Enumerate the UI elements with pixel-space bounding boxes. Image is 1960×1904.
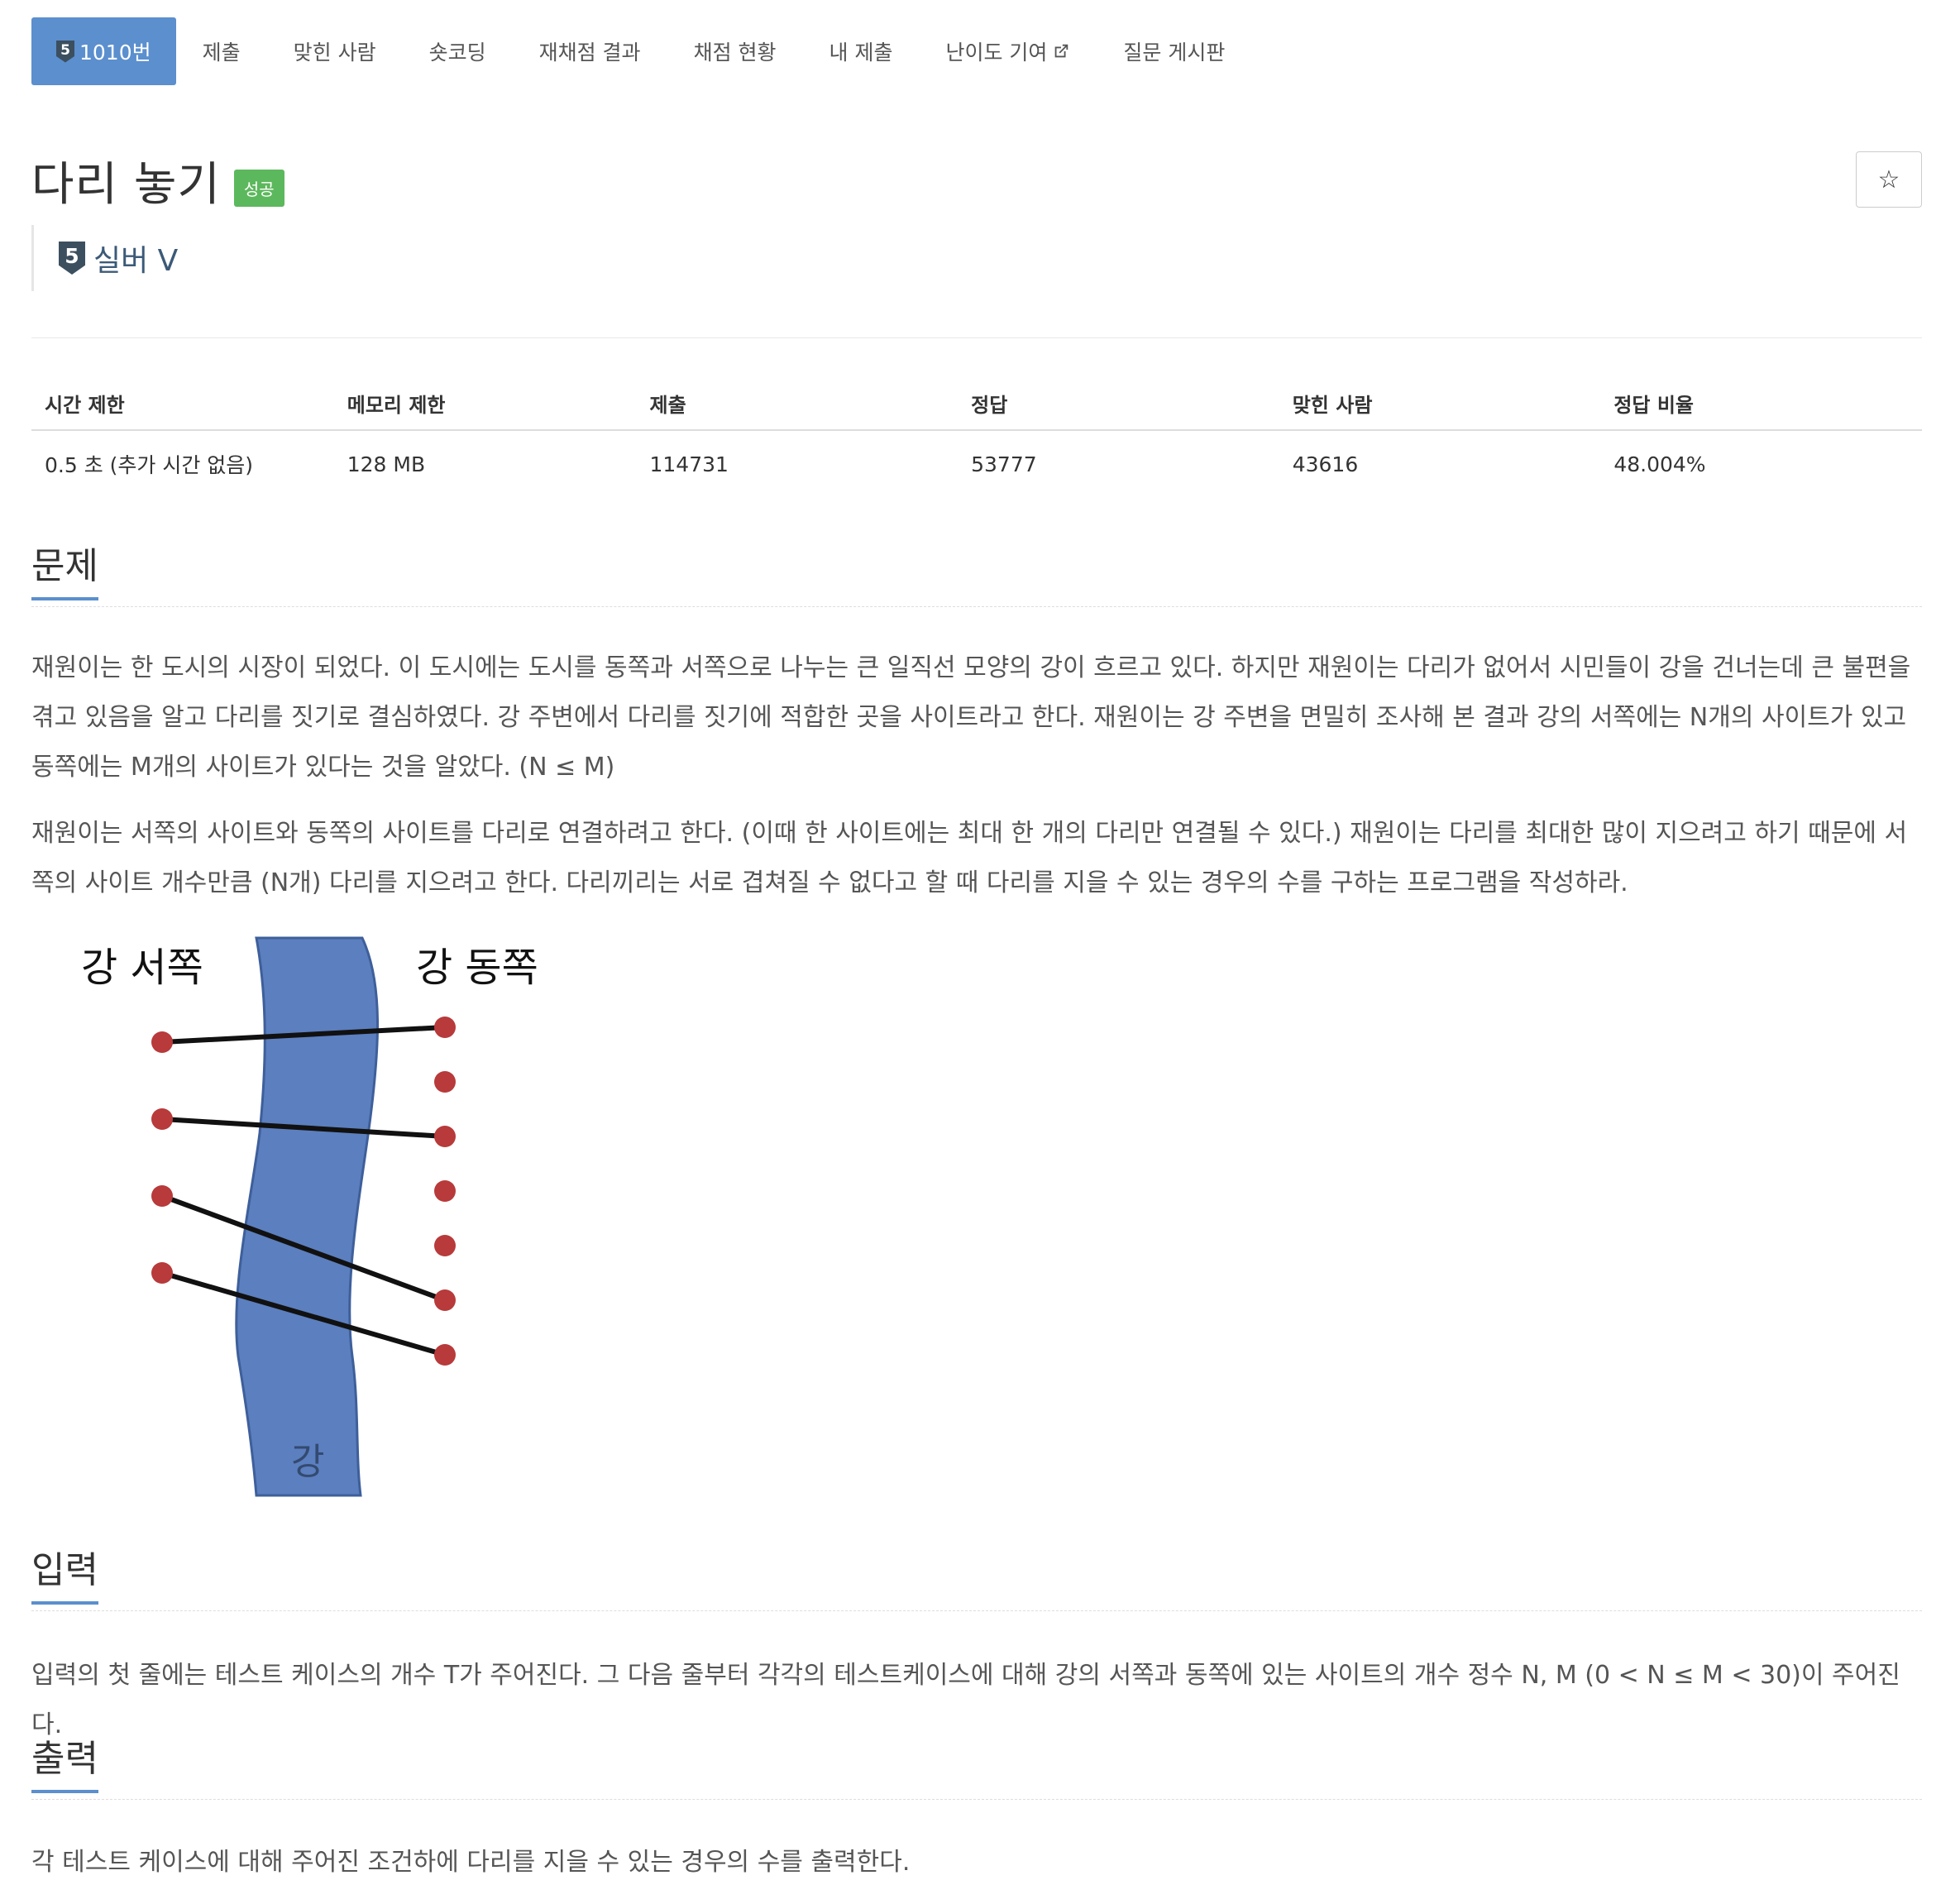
- east-site: [434, 1017, 456, 1038]
- header-time-limit: 시간 제한: [31, 380, 334, 431]
- tab-judge-status[interactable]: 채점 현황: [667, 17, 803, 85]
- problem-description-paragraph: 재원이는 한 도시의 시장이 되었다. 이 도시에는 도시를 동쪽과 서쪽으로 …: [31, 653, 1911, 782]
- east-site: [434, 1126, 456, 1147]
- divider: [31, 337, 1922, 338]
- favorite-star-button[interactable]: ☆: [1856, 151, 1922, 208]
- problem-title-row: 다리 놓기 성공: [31, 147, 284, 214]
- accept-ratio-value: 48.004%: [1613, 452, 1706, 476]
- star-icon: ☆: [1877, 165, 1900, 194]
- tab-question-board[interactable]: 질문 게시판: [1097, 17, 1251, 85]
- problem-section-header: 문제: [31, 536, 1922, 607]
- east-site: [434, 1235, 456, 1256]
- problem-nav-tabs: 5 1010번 제출 맞힌 사람 숏코딩 재채점 결과 채점 현황 내 제출 난…: [31, 17, 1251, 85]
- bridge-diagram: 강 서쪽 강 동쪽 강: [81, 936, 538, 1497]
- river-label: 강: [291, 1441, 324, 1483]
- east-site: [434, 1071, 456, 1093]
- divider: [31, 606, 1922, 607]
- tab-label: 재채점 결과: [538, 41, 641, 65]
- header-memory-limit: 메모리 제한: [333, 380, 637, 431]
- external-link-icon: [1055, 44, 1068, 58]
- tab-short-coding[interactable]: 숏코딩: [403, 17, 513, 85]
- tab-label: 난이도 기여: [945, 41, 1048, 65]
- east-bank-label: 강 동쪽: [416, 945, 538, 991]
- tab-label: 질문 게시판: [1123, 41, 1226, 65]
- memory-limit-value: 128 MB: [347, 452, 426, 476]
- input-section-header: 입력: [31, 1540, 1922, 1611]
- page-title: 다리 놓기: [31, 158, 221, 212]
- time-limit-value: 0.5 초 (추가 시간 없음): [45, 453, 254, 477]
- tab-label: 제출: [202, 41, 241, 65]
- tab-difficulty-contribution[interactable]: 난이도 기여: [919, 17, 1097, 85]
- east-site: [434, 1180, 456, 1202]
- east-site: [434, 1344, 456, 1366]
- section-title: 입력: [31, 1540, 98, 1605]
- section-title: 문제: [31, 536, 98, 600]
- tab-label: 맞힌 사람: [293, 41, 376, 65]
- table-header-row: 시간 제한 메모리 제한 제출 정답 맞힌 사람 정답 비율: [31, 380, 1922, 431]
- silver-tier-icon: 5: [56, 40, 74, 63]
- tier-label[interactable]: 실버 V: [93, 237, 178, 280]
- west-bank-label: 강 서쪽: [81, 945, 203, 991]
- tab-label: 내 제출: [829, 41, 893, 65]
- tab-my-submissions[interactable]: 내 제출: [803, 17, 920, 85]
- problem-info-table: 시간 제한 메모리 제한 제출 정답 맞힌 사람 정답 비율 0.5 초 (추가…: [31, 380, 1922, 497]
- output-section-header: 출력: [31, 1729, 1922, 1800]
- tab-rejudge-results[interactable]: 재채점 결과: [513, 17, 667, 85]
- output-description: 각 테스트 케이스에 대해 주어진 조건하에 다리를 지을 수 있는 경우의 수…: [31, 1848, 911, 1877]
- west-site: [151, 1031, 173, 1053]
- accepted-value: 53777: [971, 452, 1037, 476]
- header-solvers: 맞힌 사람: [1279, 380, 1601, 431]
- tab-solvers[interactable]: 맞힌 사람: [267, 17, 403, 85]
- west-site: [151, 1262, 173, 1284]
- header-accept-ratio: 정답 비율: [1600, 380, 1922, 431]
- east-site: [434, 1289, 456, 1311]
- tab-submit[interactable]: 제출: [176, 17, 267, 85]
- tab-label: 1010번: [79, 41, 151, 65]
- header-submissions: 제출: [636, 380, 958, 431]
- tab-label: 채점 현황: [693, 41, 777, 65]
- solvers-value: 43616: [1292, 452, 1359, 476]
- table-row: 0.5 초 (추가 시간 없음) 128 MB 114731 53777 436…: [31, 430, 1922, 497]
- west-site: [151, 1108, 173, 1130]
- header-accepted: 정답: [958, 380, 1279, 431]
- tab-label: 숏코딩: [428, 41, 486, 65]
- divider: [31, 1799, 1922, 1800]
- section-title: 출력: [31, 1729, 98, 1793]
- divider: [31, 1610, 1922, 1611]
- problem-tier: 5 실버 V: [31, 225, 178, 291]
- problem-description-paragraph: 재원이는 서쪽의 사이트와 동쪽의 사이트를 다리로 연결하려고 한다. (이때…: [31, 819, 1908, 897]
- submissions-value: 114731: [649, 452, 729, 476]
- status-badge: 성공: [233, 170, 284, 207]
- tab-problem-number[interactable]: 5 1010번: [31, 17, 176, 85]
- silver-tier-icon: 5: [59, 242, 85, 275]
- river: [235, 936, 380, 1497]
- west-site: [151, 1185, 173, 1207]
